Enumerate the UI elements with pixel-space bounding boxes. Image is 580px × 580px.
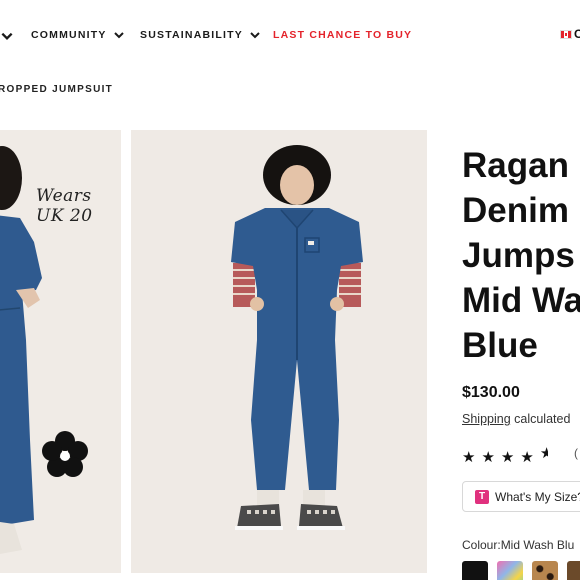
product-title: Ragan Denim Jumps Mid Wa Blue xyxy=(462,143,580,368)
half-star-icon: ★ xyxy=(539,445,548,462)
nav-item-label: COMMUNITY xyxy=(31,29,107,41)
swatch-leopard[interactable] xyxy=(532,561,558,580)
chevron-down-icon[interactable] xyxy=(0,29,14,43)
swatch-multicolour[interactable] xyxy=(497,561,523,580)
size-note: Wears UK 20 xyxy=(36,186,93,226)
product-title-line: Blue xyxy=(462,326,538,365)
star-icon: ★ xyxy=(462,449,482,466)
swatch-black[interactable] xyxy=(462,561,488,580)
breadcrumb: ROPPED JUMPSUIT xyxy=(0,84,113,95)
star-icon: ★ xyxy=(481,449,501,466)
nav-item-label: SUSTAINABILITY xyxy=(140,29,243,41)
chevron-down-icon xyxy=(249,29,261,41)
size-note-line: Wears xyxy=(36,186,92,206)
star-icon: ★ xyxy=(500,449,521,466)
shipping-note: Shipping calculated xyxy=(462,412,570,426)
nav-item-label: LAST CHANCE TO BUY xyxy=(273,29,413,41)
colour-label: Colour: xyxy=(462,538,501,552)
size-button-label: What's My Size? xyxy=(495,489,580,504)
locale-selector[interactable]: C xyxy=(574,27,580,41)
canada-flag-icon[interactable] xyxy=(560,30,572,39)
breadcrumb-current: ROPPED JUMPSUIT xyxy=(0,84,114,95)
product-title-line: Mid Wa xyxy=(462,281,580,320)
size-note-line: UK 20 xyxy=(36,206,93,226)
nav-item-sustainability[interactable]: SUSTAINABILITY xyxy=(140,29,261,41)
shipping-text: calculated xyxy=(510,412,571,426)
product-image-main[interactable] xyxy=(131,130,427,573)
whats-my-size-button[interactable]: T What's My Size? xyxy=(462,481,580,512)
colour-value: Mid Wash Blu xyxy=(500,538,575,552)
star-icon: ★ xyxy=(520,449,540,466)
chevron-down-icon xyxy=(113,29,125,41)
swatch-brown[interactable] xyxy=(567,561,580,580)
product-title-line: Denim xyxy=(462,191,569,230)
size-tool-logo-icon: T xyxy=(475,489,489,504)
shipping-link[interactable]: Shipping xyxy=(462,412,511,426)
top-navigation: COMMUNITY SUSTAINABILITY LAST CHANCE TO … xyxy=(0,0,580,72)
nav-item-last-chance[interactable]: LAST CHANCE TO BUY xyxy=(273,29,412,41)
colour-selection: Colour:Mid Wash Blu xyxy=(462,538,574,552)
product-title-line: Ragan xyxy=(462,146,569,185)
product-title-line: Jumps xyxy=(462,236,575,275)
review-count[interactable]: ( xyxy=(574,446,578,460)
product-price: $130.00 xyxy=(462,384,520,401)
flower-icon xyxy=(42,431,88,477)
nav-item-community[interactable]: COMMUNITY xyxy=(31,29,125,41)
rating-stars[interactable]: ★★★★★ xyxy=(462,444,548,466)
